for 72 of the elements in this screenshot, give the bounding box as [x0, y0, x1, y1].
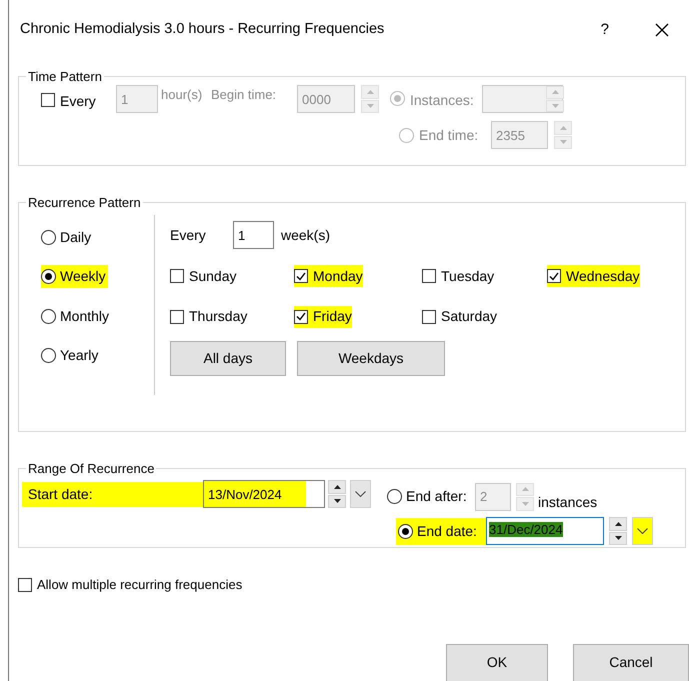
check-icon	[549, 272, 559, 280]
radio-label: End date:	[417, 522, 478, 540]
date-field[interactable]: 31/Dec/2024	[486, 517, 604, 545]
unit-label: instances	[538, 493, 598, 512]
radio-button[interactable]	[41, 269, 56, 284]
unit-label: week(s)	[281, 226, 330, 245]
dropdown-button[interactable]	[632, 517, 653, 545]
select-days-button[interactable]: All days	[170, 341, 286, 376]
radio-label: Monthly	[60, 306, 110, 326]
radio-button[interactable]	[41, 308, 56, 324]
checkbox-label: Allow multiple recurring frequencies	[37, 576, 242, 594]
select-days-button[interactable]: Weekdays	[297, 341, 445, 376]
down-arrow-icon	[366, 104, 374, 108]
up-arrow-icon	[522, 487, 528, 492]
down-arrow-icon	[560, 140, 566, 144]
up-arrow-icon	[334, 484, 340, 489]
up-arrow-icon	[552, 90, 558, 94]
checkbox[interactable]	[170, 269, 184, 283]
spin-up-button[interactable]	[609, 517, 627, 530]
field-label: Every	[170, 226, 207, 245]
dialog-button[interactable]: Cancel	[573, 644, 689, 681]
spin-down-button[interactable]	[609, 532, 627, 545]
radio-label: End time:	[419, 126, 480, 144]
radio-label: Yearly	[60, 346, 100, 365]
check-icon	[296, 312, 306, 321]
radio-button[interactable]	[41, 230, 56, 244]
up-arrow-icon	[560, 126, 566, 130]
help-button[interactable]: ?	[596, 18, 613, 42]
up-arrow-icon	[366, 90, 374, 94]
unit-label: hour(s)	[161, 86, 204, 104]
field-label: Start date:	[22, 482, 203, 507]
checkbox[interactable]	[422, 310, 436, 324]
down-arrow-icon	[552, 104, 558, 108]
chevron-down-icon	[637, 528, 648, 534]
checkbox[interactable]	[294, 269, 308, 283]
spin-up-button[interactable]	[328, 480, 346, 494]
up-arrow-icon	[614, 522, 622, 526]
radio-button[interactable]	[41, 348, 56, 363]
checkbox[interactable]	[547, 269, 561, 283]
date-field[interactable]: 13/Nov/2024	[203, 480, 325, 508]
radio-label: Daily	[60, 228, 92, 247]
dialog-button[interactable]: OK	[446, 644, 548, 681]
checkbox-label: Monday	[313, 266, 363, 286]
checkbox-label: Every	[60, 92, 97, 111]
check-icon	[296, 272, 306, 280]
group-title: Time Pattern	[27, 70, 103, 83]
checkbox[interactable]	[170, 310, 184, 324]
checkbox-label: Saturday	[441, 307, 498, 326]
checkbox-label: Wednesday	[566, 266, 640, 286]
checkbox[interactable]	[294, 310, 308, 324]
text-field[interactable]: 1	[233, 221, 274, 249]
window-title: Chronic Hemodialysis 3.0 hours - Recurring Frequencies	[20, 20, 386, 40]
close-icon	[655, 23, 669, 37]
dropdown-button[interactable]	[350, 480, 371, 508]
down-arrow-icon	[522, 502, 528, 506]
spin-down-button[interactable]	[328, 494, 346, 508]
down-arrow-icon	[614, 536, 622, 540]
checkbox[interactable]	[422, 269, 436, 283]
radio-label: Weekly	[60, 267, 107, 286]
group-title: Range Of Recurrence	[27, 462, 156, 475]
field-label: Begin time:	[211, 86, 278, 104]
radio-label: Instances:	[410, 91, 475, 110]
checkbox-label: Tuesday	[441, 266, 494, 286]
checkbox[interactable]	[18, 578, 32, 592]
checkbox-label: Sunday	[189, 266, 236, 286]
checkbox-label: Thursday	[189, 307, 248, 326]
checkbox-label: Friday	[313, 307, 352, 326]
radio-button[interactable]	[398, 524, 413, 538]
group-title: Recurrence Pattern	[27, 196, 142, 209]
down-arrow-icon	[334, 499, 340, 504]
radio-label: End after:	[406, 487, 468, 506]
chevron-down-icon	[355, 491, 366, 497]
